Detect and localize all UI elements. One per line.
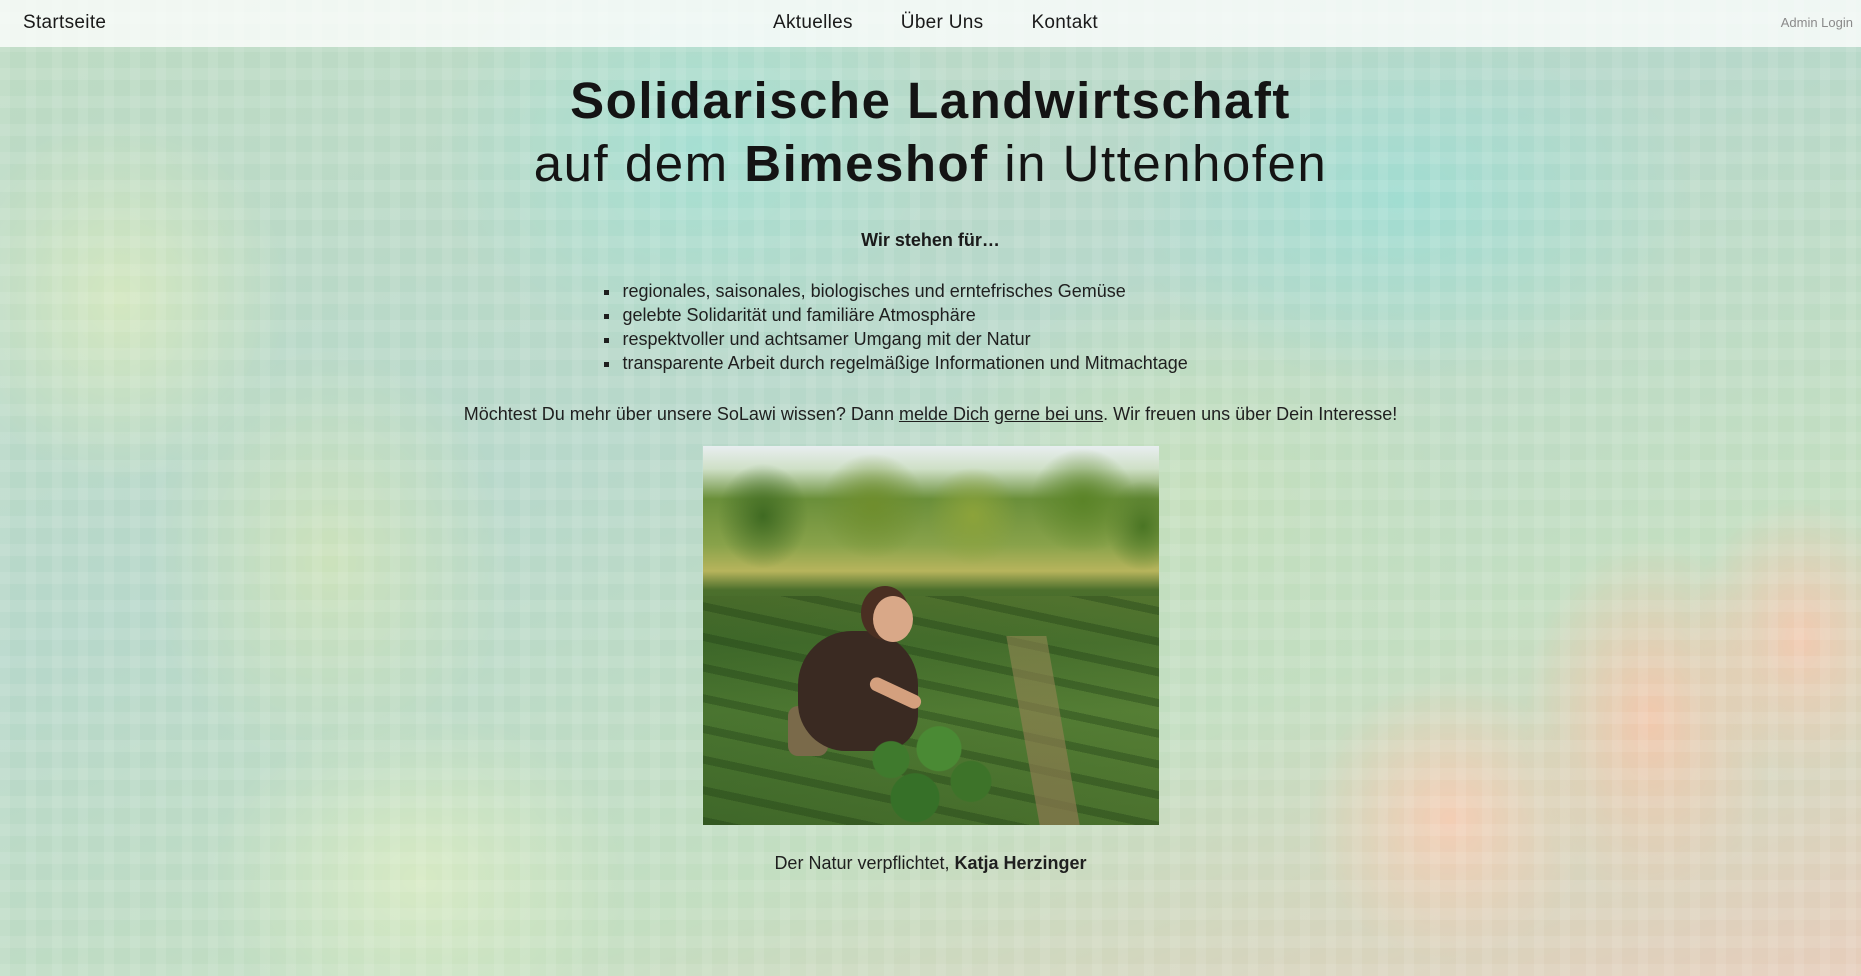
page-title: Solidarische Landwirtschaft (570, 72, 1291, 129)
contact-text-pre: Möchtest Du mehr über unsere SoLawi wiss… (463, 404, 899, 424)
nav-link-kontakt[interactable]: Kontakt (1031, 12, 1098, 34)
caption-name: Katja Herzinger (954, 853, 1087, 873)
list-item: respektvoller und achtsamer Umgang mit d… (621, 327, 1241, 351)
photo-caption: Der Natur verpflichtet, Katja Herzinger (0, 853, 1861, 874)
page-subtitle: auf dem Bimeshof in Uttenhofen (0, 134, 1861, 194)
contact-link-gerne-bei-uns[interactable]: gerne bei uns (994, 404, 1103, 424)
values-list: regionales, saisonales, biologisches und… (601, 279, 1241, 375)
photo-person-head (872, 596, 913, 642)
subtitle-prefix: auf dem (533, 135, 745, 192)
contact-text-post: . Wir freuen uns über Dein Interesse! (1103, 404, 1398, 424)
contact-link-melde-dich[interactable]: melde Dich (899, 404, 989, 424)
farmer-photo (702, 446, 1159, 825)
admin-login-link[interactable]: Admin Login (1781, 15, 1853, 30)
photo-kale-plants (842, 716, 1003, 825)
nav-home-link[interactable]: Startseite (23, 12, 106, 34)
contact-invitation: Möchtest Du mehr über unsere SoLawi wiss… (0, 404, 1861, 425)
list-item: transparente Arbeit durch regelmäßige In… (621, 351, 1241, 375)
photo-trees (702, 446, 1159, 576)
list-item: regionales, saisonales, biologisches und… (621, 279, 1241, 303)
nav-link-aktuelles[interactable]: Aktuelles (773, 12, 853, 34)
list-item: gelebte Solidarität und familiäre Atmosp… (621, 303, 1241, 327)
farm-name: Bimeshof (744, 135, 989, 192)
values-heading: Wir stehen für… (861, 230, 1000, 250)
nav-link-ueber-uns[interactable]: Über Uns (901, 12, 984, 34)
caption-text: Der Natur verpflichtet, (774, 853, 955, 873)
nav-links: Aktuelles Über Uns Kontakt (773, 12, 1098, 34)
top-navigation-bar: Startseite Aktuelles Über Uns Kontakt Ad… (0, 0, 1861, 47)
subtitle-suffix: in Uttenhofen (988, 135, 1328, 192)
main-content: Solidarische Landwirtschaft auf dem Bime… (0, 47, 1861, 874)
